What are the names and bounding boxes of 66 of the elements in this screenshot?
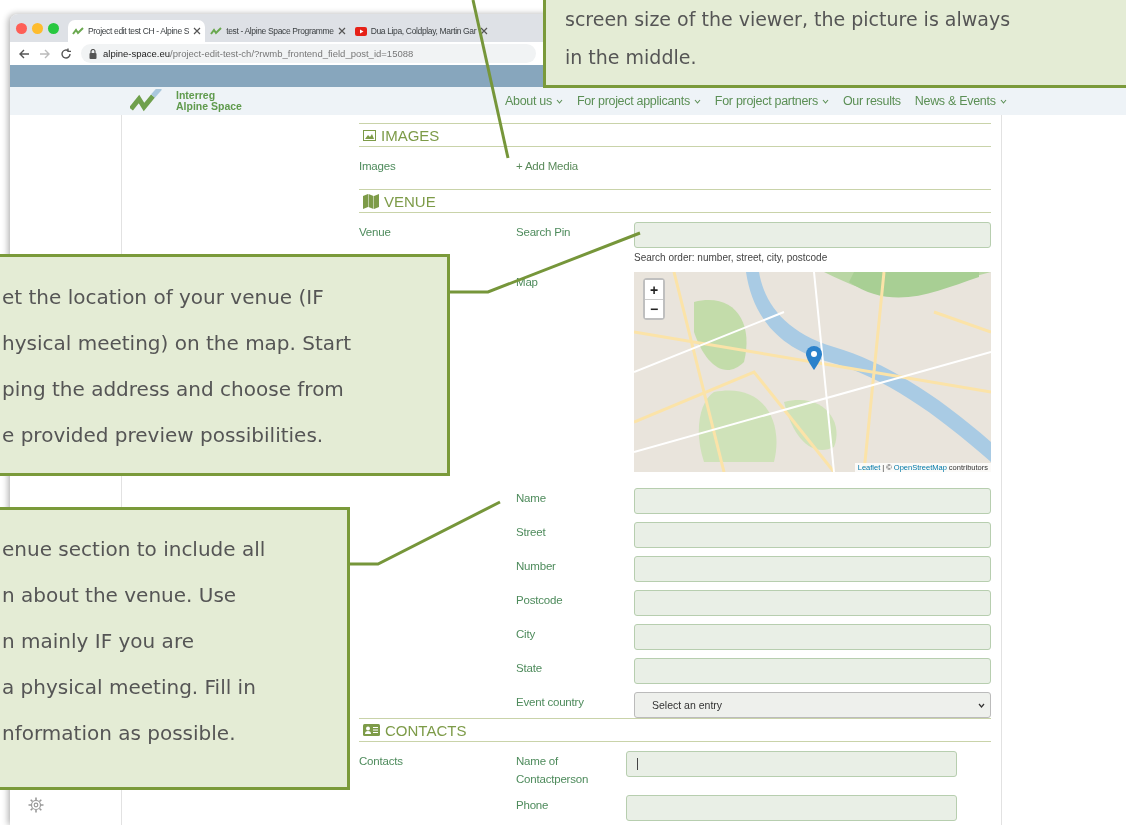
text-field[interactable]	[634, 590, 991, 616]
section-title: VENUE	[384, 192, 436, 210]
text-field[interactable]	[634, 222, 991, 248]
nav-link[interactable]: For project applicants	[576, 94, 701, 108]
back-arrow-icon[interactable]	[18, 47, 30, 60]
field-label: Name	[516, 492, 546, 504]
caret-icon	[693, 98, 701, 104]
nav-link[interactable]: About us	[505, 94, 563, 108]
play-icon	[354, 26, 367, 36]
image-icon	[363, 129, 376, 141]
browser-tab[interactable]: test - Alpine Space Programme	[206, 20, 350, 42]
field-label: Number	[516, 560, 556, 572]
section-title: CONTACTS	[385, 721, 467, 739]
field-hint: Search order: number, street, city, postcode	[634, 251, 829, 264]
field-label: Event country	[516, 696, 584, 708]
select-field[interactable]: Select an entry	[634, 692, 991, 718]
caret-icon	[999, 98, 1007, 104]
nav-link[interactable]: Our results	[842, 94, 901, 108]
field-label: Street	[516, 526, 546, 538]
lock-icon	[89, 48, 97, 59]
callout-text: enue section to include all n about the venue. Use n mainly IF you are a physical meeting. Fill in nformation as possible.	[2, 536, 267, 747]
field-label: City	[516, 628, 535, 640]
field-label: Phone	[516, 799, 549, 811]
reload-icon[interactable]	[60, 47, 72, 60]
window-minimize-button[interactable]	[32, 22, 43, 34]
text-field[interactable]	[634, 522, 991, 548]
field-label: Postcode	[516, 594, 563, 606]
browser-tab[interactable]: Project edit test CH - Alpine S	[68, 20, 206, 42]
section-title: IMAGES	[381, 126, 440, 144]
group-label: Images	[359, 160, 396, 172]
text-field[interactable]	[634, 488, 991, 514]
callout-text: screen size of the viewer, the picture is always in the middle.	[565, 7, 1012, 70]
field-label: Search Pin	[516, 226, 571, 238]
browser-tab[interactable]: Dua Lipa, Coldplay, Martin Gar	[350, 20, 493, 42]
caret-icon	[555, 98, 563, 104]
field-label: Name of Contactperson	[516, 755, 589, 785]
field-label: State	[516, 662, 542, 674]
text-field[interactable]	[634, 624, 991, 650]
text-field[interactable]	[634, 556, 991, 582]
settings-icon[interactable]	[28, 797, 44, 813]
map-icon	[363, 193, 379, 209]
text-field[interactable]	[626, 795, 957, 821]
nav-link[interactable]: For project partners	[714, 94, 829, 108]
forward-arrow-icon[interactable]	[39, 47, 51, 60]
chevron-down-icon	[978, 702, 985, 708]
id-card-icon	[363, 724, 380, 736]
logo-text: Alpine Space	[176, 101, 242, 112]
text-field[interactable]	[634, 658, 991, 684]
address-bar[interactable]: alpine-space.eu/project-edit-test-ch/?rwmb_frontend_field_post_id=15088	[81, 44, 536, 63]
zigzag-logo-icon	[210, 26, 223, 36]
window-maximize-button[interactable]	[48, 22, 59, 34]
close-icon[interactable]	[480, 27, 489, 35]
callout-text: et the location of your venue (IF hysical meeting) on the map. Start ping the address and choose from e provided preview possibilities.	[2, 284, 353, 449]
group-label: Contacts	[359, 755, 403, 767]
group-label: Venue	[359, 226, 391, 238]
add-media-link[interactable]: + Add Media	[516, 160, 579, 172]
text-field[interactable]	[626, 751, 957, 777]
window-close-button[interactable]	[16, 22, 27, 34]
logo-text: Interreg	[176, 90, 216, 101]
caret-icon	[821, 98, 829, 104]
close-icon[interactable]	[337, 27, 346, 35]
nav-link[interactable]: News & Events	[914, 94, 1007, 108]
zigzag-logo-icon	[72, 26, 84, 36]
close-icon[interactable]	[193, 27, 202, 35]
map-pin-icon	[806, 346, 822, 370]
zoom-out-button[interactable]: −	[645, 299, 663, 318]
